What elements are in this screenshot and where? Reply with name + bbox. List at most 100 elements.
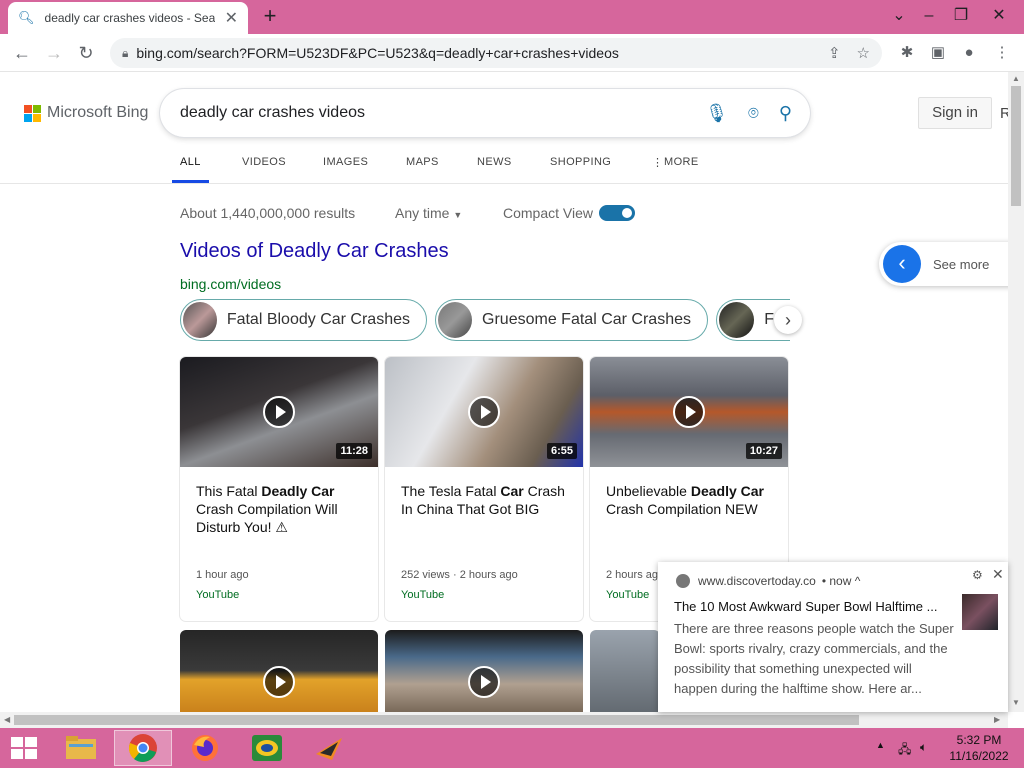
logo-text: Microsoft Bing (47, 104, 149, 121)
browser-titlebar: 🔍︎ deadly car crashes videos - Search ✕ … (0, 0, 1024, 34)
video-card[interactable] (180, 630, 378, 712)
video-title[interactable]: The Tesla Fatal Car Crash In China That … (401, 482, 571, 518)
video-title[interactable]: This Fatal Deadly Car Crash Compilation … (196, 482, 366, 536)
tab-more[interactable]: MORE (664, 156, 699, 168)
dropdown-caret-icon: ▼ (453, 210, 463, 220)
video-thumbnail: 10:27 (590, 357, 788, 467)
video-title[interactable]: Unbelievable Deadly Car Crash Compilatio… (606, 482, 776, 518)
video-source: YouTube (606, 589, 650, 601)
chrome-taskbar-button[interactable] (114, 730, 172, 766)
tray-chevron-up-icon[interactable]: ▲ (876, 740, 885, 750)
volume-icon[interactable]: 🔈︎ (920, 740, 927, 755)
bookmark-star-icon[interactable]: ☆ (857, 44, 870, 62)
folder-icon (66, 736, 96, 759)
clock-time: 5:32 PM (956, 733, 1002, 747)
play-icon[interactable] (263, 666, 295, 698)
video-card[interactable]: 11:28 This Fatal Deadly Car Crash Compil… (180, 357, 378, 621)
play-icon[interactable] (263, 396, 295, 428)
tab-news[interactable]: NEWS (477, 156, 512, 168)
notification-site: www.discovertoday.co (698, 574, 816, 588)
scroll-down-icon[interactable]: ▼ (1012, 698, 1020, 707)
tab-search-icon[interactable]: ⌄ (882, 2, 916, 30)
visual-search-icon[interactable]: ⌾ (748, 103, 759, 124)
video-thumbnail: 6:55 (385, 357, 583, 467)
window-close-button[interactable]: ✕ (982, 2, 1016, 30)
search-icon[interactable]: ⚲ (779, 103, 792, 124)
forward-button[interactable]: → (40, 39, 68, 67)
app2-taskbar-button[interactable] (300, 730, 358, 766)
chip-next-arrow-icon[interactable]: › (774, 306, 802, 334)
side-panel-icon[interactable]: ▣ (927, 42, 949, 64)
extensions-icon[interactable]: ✱ (896, 42, 918, 64)
new-tab-button[interactable]: + (258, 4, 282, 28)
horizontal-scrollbar[interactable]: ◀ ▶ (0, 712, 1008, 728)
related-chip[interactable]: Gruesome Fatal Car Crashes (435, 299, 708, 341)
notification-toast[interactable]: www.discovertoday.co • now ^ ⚙ ✕ The 10 … (658, 562, 1008, 712)
menu-kebab-icon[interactable]: ⋮ (991, 42, 1013, 64)
video-source: YouTube (401, 589, 445, 601)
scroll-left-icon[interactable]: ◀ (4, 715, 10, 724)
start-button[interactable] (0, 730, 48, 766)
video-card[interactable] (385, 630, 583, 712)
tab-all[interactable]: ALL (180, 156, 201, 168)
time-filter-label: Any time (395, 205, 450, 221)
time-filter-dropdown[interactable]: Any time ▼ (395, 205, 462, 221)
chip-thumbnail (183, 302, 217, 338)
videos-source-link[interactable]: bing.com/videos (180, 276, 281, 292)
tab-title: deadly car crashes videos - Search (44, 11, 215, 25)
notification-title: The 10 Most Awkward Super Bowl Halftime … (674, 599, 938, 614)
bing-logo[interactable]: Microsoft Bing (24, 104, 148, 122)
microphone-icon[interactable]: 🎙︎ (705, 103, 728, 124)
close-tab-icon[interactable]: ✕ (225, 8, 238, 28)
active-tab-underline (172, 180, 209, 183)
sign-in-button[interactable]: Sign in (918, 97, 992, 129)
url-text: bing.com/search?FORM=U523DF&PC=U523&q=de… (136, 45, 619, 61)
back-button[interactable]: ← (8, 39, 36, 67)
reload-button[interactable]: ↻ (72, 39, 100, 67)
play-icon[interactable] (673, 396, 705, 428)
scrollbar-thumb[interactable] (14, 715, 859, 725)
chrome-icon (676, 574, 690, 588)
play-icon[interactable] (468, 666, 500, 698)
video-card[interactable]: 6:55 The Tesla Fatal Car Crash In China … (385, 357, 583, 621)
tab-images[interactable]: IMAGES (323, 156, 368, 168)
vertical-scrollbar[interactable]: ▲ ▼ (1008, 72, 1024, 712)
network-icon[interactable]: 🖧︎ (898, 740, 911, 761)
restore-button[interactable]: ❐ (944, 2, 978, 30)
scroll-up-icon[interactable]: ▲ (1012, 74, 1020, 83)
search-input[interactable]: deadly car crashes videos 🎙︎ ⌾ ⚲ (160, 89, 810, 137)
tab-maps[interactable]: MAPS (406, 156, 439, 168)
video-meta: 252 views · 2 hours ago (401, 569, 518, 581)
scroll-right-icon[interactable]: ▶ (994, 715, 1000, 724)
tab-videos[interactable]: VIDEOS (242, 156, 286, 168)
play-icon[interactable] (468, 396, 500, 428)
compact-view-toggle[interactable] (599, 205, 635, 221)
profile-avatar-icon[interactable]: ● (958, 42, 980, 64)
tab-shopping[interactable]: SHOPPING (550, 156, 611, 168)
browser-tab[interactable]: 🔍︎ deadly car crashes videos - Search ✕ (8, 2, 248, 34)
firefox-taskbar-button[interactable] (176, 730, 234, 766)
share-icon[interactable]: ⇪ (828, 44, 841, 62)
see-more-button[interactable]: ‹ See more (879, 242, 1008, 286)
video-card[interactable] (590, 630, 660, 712)
more-dots-icon[interactable]: ⋮ (652, 156, 663, 169)
system-clock[interactable]: 5:32 PM 11/16/2022 (944, 732, 1014, 764)
see-more-label: See more (933, 256, 990, 272)
video-duration: 11:28 (336, 443, 372, 459)
minimize-button[interactable]: – (912, 2, 946, 30)
video-meta: 1 hour ago (196, 569, 249, 581)
videos-heading-link[interactable]: Videos of Deadly Car Crashes (180, 240, 449, 263)
rewards-label[interactable]: R (1000, 105, 1008, 122)
file-explorer-button[interactable] (52, 730, 110, 766)
microsoft-logo-icon (24, 104, 41, 122)
chip-label: Fatal Bloody Car Crashes (226, 311, 410, 328)
notification-source: www.discovertoday.co • now ^ (676, 574, 860, 588)
app-taskbar-button[interactable] (238, 730, 296, 766)
scope-bar: ALL VIDEOS IMAGES MAPS NEWS SHOPPING ⋮ M… (0, 140, 1008, 184)
related-chip[interactable]: Fatal Bloody Car Crashes (180, 299, 427, 341)
scrollbar-thumb[interactable] (1011, 86, 1021, 206)
address-bar[interactable]: 🔒︎ bing.com/search?FORM=U523DF&PC=U523&q… (110, 38, 882, 68)
close-icon[interactable]: ✕ (992, 566, 1004, 583)
gear-icon[interactable]: ⚙ (972, 568, 983, 582)
notification-body: There are three reasons people watch the… (674, 621, 954, 696)
